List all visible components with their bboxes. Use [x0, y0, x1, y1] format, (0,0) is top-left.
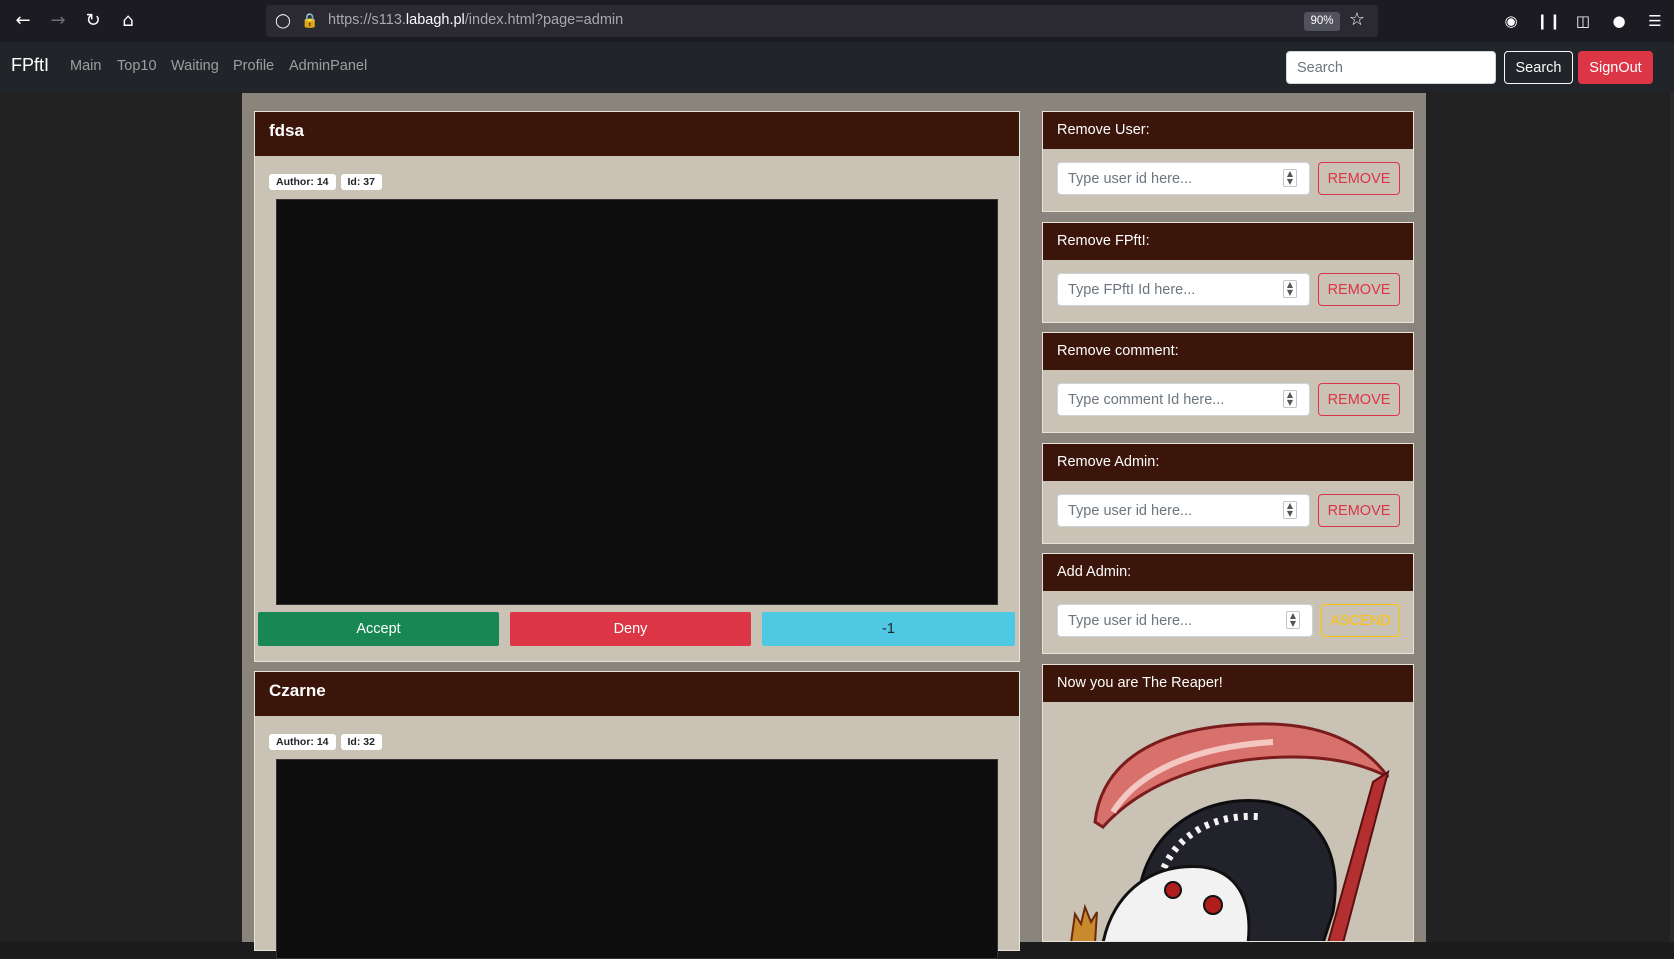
- back-icon[interactable]: ←: [11, 9, 35, 33]
- post-card: fdsa Author: 14 Id: 37 Accept Deny -1: [254, 111, 1020, 662]
- home-icon[interactable]: ⌂: [116, 9, 140, 33]
- reload-icon[interactable]: ↻: [81, 9, 105, 33]
- browser-toolbar: ← → ↻ ⌂ ◯ 🔒 https://s113.labagh.pl/index…: [0, 0, 1674, 42]
- library-icon[interactable]: ❙❙: [1536, 10, 1561, 32]
- signout-button[interactable]: SignOut: [1578, 51, 1653, 84]
- lock-icon[interactable]: 🔒: [300, 11, 320, 31]
- spinner-icon[interactable]: ▲ ▼: [1283, 280, 1297, 298]
- spinner-icon[interactable]: ▲ ▼: [1286, 611, 1300, 629]
- reaper-illustration: [1070, 722, 1390, 941]
- admin-id-input[interactable]: [1057, 494, 1310, 527]
- nav-link-main[interactable]: Main: [70, 58, 101, 74]
- remove-user-button[interactable]: REMOVE: [1318, 162, 1400, 195]
- pocket-icon[interactable]: ◉: [1500, 10, 1522, 32]
- nav-link-top10[interactable]: Top10: [117, 58, 157, 74]
- post-card: Czarne Author: 14 Id: 32: [254, 671, 1020, 959]
- id-badge: Id: 32: [340, 734, 382, 750]
- remove-comment-button[interactable]: REMOVE: [1318, 383, 1400, 416]
- remove-user-panel: Remove User: ▲▼ REMOVE: [1042, 111, 1414, 212]
- brand-logo[interactable]: FPftI: [11, 55, 49, 76]
- fpfti-id-input[interactable]: [1057, 273, 1310, 306]
- spinner-icon[interactable]: ▲ ▼: [1283, 501, 1297, 519]
- post-image: [276, 759, 998, 959]
- page-scrollbar[interactable]: [1670, 92, 1674, 942]
- remove-admin-button[interactable]: REMOVE: [1318, 494, 1400, 527]
- account-icon[interactable]: ●: [1608, 10, 1630, 32]
- post-image: [276, 199, 998, 605]
- nav-link-adminpanel[interactable]: AdminPanel: [289, 58, 367, 74]
- nav-link-waiting[interactable]: Waiting: [171, 58, 219, 74]
- reaper-panel: Now you are The Reaper!: [1042, 664, 1414, 942]
- zoom-level-badge[interactable]: 90%: [1304, 12, 1340, 31]
- search-input[interactable]: [1286, 51, 1496, 84]
- forward-icon[interactable]: →: [46, 9, 70, 33]
- post-title: fdsa: [255, 112, 1019, 156]
- panel-title: Add Admin:: [1043, 554, 1413, 591]
- ascend-button[interactable]: ASCEND: [1321, 604, 1400, 637]
- sidebar-icon[interactable]: ◫: [1572, 10, 1594, 32]
- post-actions: Accept Deny -1: [258, 612, 1016, 646]
- post-badges: Author: 14 Id: 32: [269, 734, 382, 750]
- remove-fpfti-panel: Remove FPftI: ▲▼ REMOVE: [1042, 222, 1414, 323]
- bookmark-star-icon[interactable]: ☆: [1346, 9, 1368, 31]
- post-title: Czarne: [255, 672, 1019, 716]
- panel-title: Remove Admin:: [1043, 444, 1413, 481]
- user-id-input[interactable]: [1057, 162, 1310, 195]
- score-button[interactable]: -1: [762, 612, 1015, 646]
- shield-icon[interactable]: ◯: [273, 11, 293, 31]
- remove-fpfti-button[interactable]: REMOVE: [1318, 273, 1400, 306]
- panel-title: Now you are The Reaper!: [1043, 665, 1413, 702]
- menu-icon[interactable]: ☰: [1644, 10, 1666, 32]
- site-navbar: FPftI Main Top10 Waiting Profile AdminPa…: [0, 42, 1674, 92]
- nav-link-profile[interactable]: Profile: [233, 58, 274, 74]
- address-bar[interactable]: ◯ 🔒 https://s113.labagh.pl/index.html?pa…: [266, 5, 1378, 37]
- comment-id-input[interactable]: [1057, 383, 1310, 416]
- panel-title: Remove User:: [1043, 112, 1413, 149]
- spinner-icon[interactable]: ▲ ▼: [1283, 390, 1297, 408]
- post-badges: Author: 14 Id: 37: [269, 174, 382, 190]
- new-admin-id-input[interactable]: [1057, 604, 1313, 637]
- remove-comment-panel: Remove comment: ▲▼ REMOVE: [1042, 332, 1414, 433]
- id-badge: Id: 37: [340, 174, 382, 190]
- url-text[interactable]: https://s113.labagh.pl/index.html?page=a…: [328, 12, 623, 28]
- accept-button[interactable]: Accept: [258, 612, 499, 646]
- panel-title: Remove FPftI:: [1043, 223, 1413, 260]
- author-badge: Author: 14: [269, 174, 336, 190]
- add-admin-panel: Add Admin: ▲▼ ASCEND: [1042, 553, 1414, 654]
- search-button[interactable]: Search: [1504, 51, 1573, 84]
- author-badge: Author: 14: [269, 734, 336, 750]
- deny-button[interactable]: Deny: [510, 612, 751, 646]
- spinner-icon[interactable]: ▲ ▼: [1283, 169, 1297, 187]
- panel-title: Remove comment:: [1043, 333, 1413, 370]
- remove-admin-panel: Remove Admin: ▲▼ REMOVE: [1042, 443, 1414, 544]
